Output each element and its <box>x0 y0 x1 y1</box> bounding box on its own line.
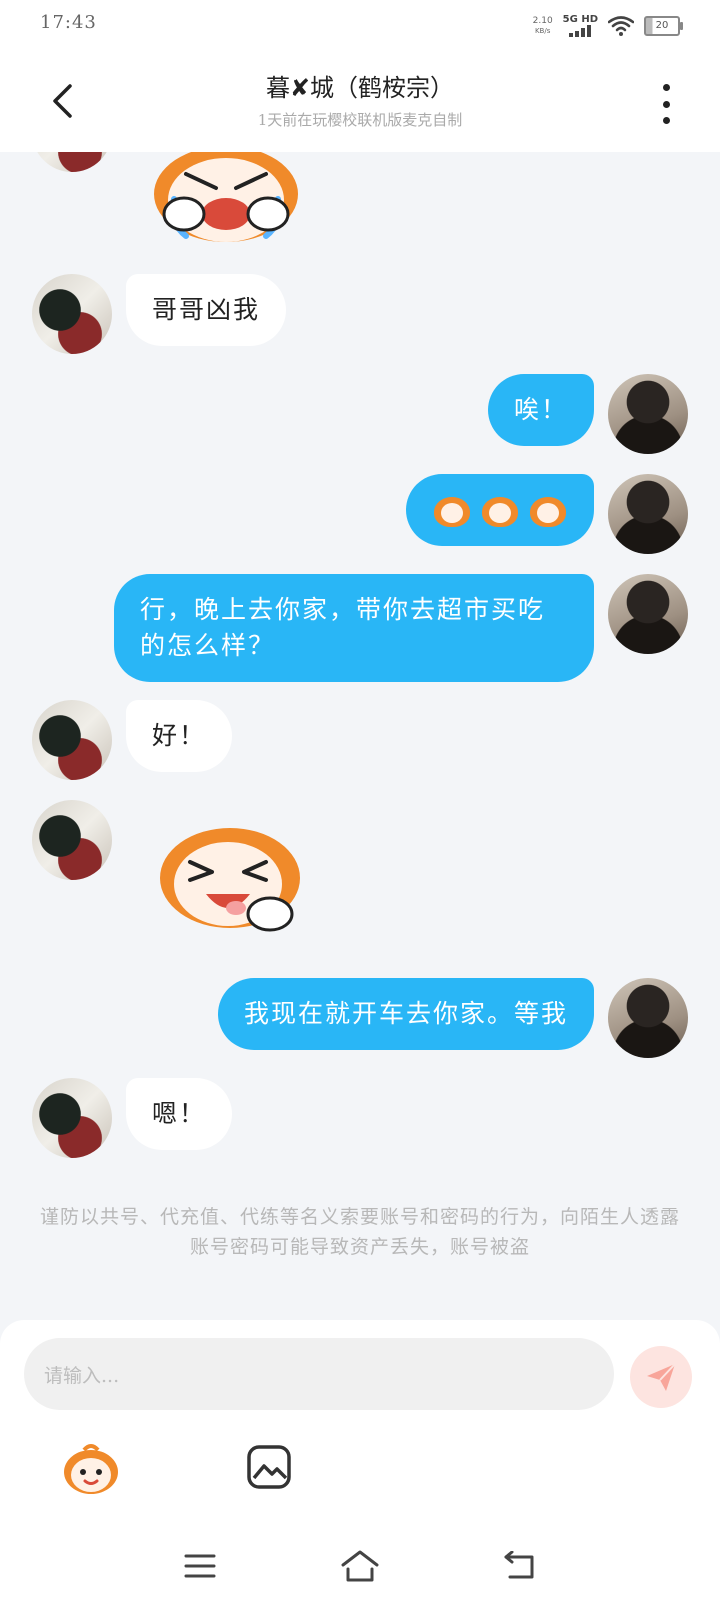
smug-face-emoji <box>530 493 566 527</box>
message-text: 嗯！ <box>152 1099 207 1128</box>
more-dot <box>662 84 670 91</box>
contact-avatar[interactable] <box>32 800 112 880</box>
message-input[interactable]: 请输入... <box>24 1338 614 1410</box>
battery-level: 20 <box>655 20 669 31</box>
message-text: 行，晚上去你家，带你去超市买吃的怎么样？ <box>140 595 546 660</box>
my-avatar[interactable] <box>608 574 688 654</box>
battery-icon: 20 <box>644 15 683 36</box>
message-bubble[interactable]: 行，晚上去你家，带你去超市买吃的怎么样？ <box>114 574 594 682</box>
status-time: 17:43 <box>40 12 97 33</box>
signal-bars-icon <box>569 25 592 37</box>
status-bar: 17:43 2.10 KB/s 5G HD 20 <box>0 0 720 54</box>
my-avatar[interactable] <box>608 474 688 554</box>
menu-icon <box>184 1554 216 1578</box>
my-avatar[interactable] <box>608 374 688 454</box>
net-speed-unit: KB/s <box>534 26 551 35</box>
back-nav-button[interactable] <box>496 1546 544 1586</box>
send-button[interactable] <box>630 1346 692 1408</box>
message-bubble[interactable]: 好！ <box>126 700 233 772</box>
laughing-face-sticker[interactable] <box>150 822 310 942</box>
contact-avatar[interactable] <box>32 700 112 780</box>
message-bubble[interactable]: 哥哥凶我 <box>126 274 287 346</box>
smug-face-emoji <box>482 493 518 527</box>
net-speed-value: 2.10 <box>532 15 553 26</box>
crying-face-sticker[interactable] <box>146 152 306 264</box>
return-icon <box>504 1551 534 1579</box>
more-options-button[interactable] <box>656 84 676 124</box>
input-placeholder: 请输入... <box>44 1364 120 1387</box>
status-icons: 2.10 KB/s 5G HD 20 <box>533 14 683 37</box>
contact-avatar[interactable] <box>32 1078 112 1158</box>
chat-messages[interactable]: 哥哥凶我 唉！ 行，晚上去你家，带你去超市买吃的怎么样？ 好！ 我现在就开车去你… <box>0 152 720 1322</box>
sticker-picker-icon[interactable] <box>62 1444 120 1496</box>
more-dot <box>662 117 670 124</box>
back-arrow-icon <box>53 84 72 118</box>
chat-title: 暮✘城（鹤桉宗） <box>265 74 455 102</box>
message-text: 我现在就开车去你家。等我 <box>243 999 568 1028</box>
chat-subtitle: 1天前在玩樱校联机版麦克自制 <box>257 111 463 129</box>
contact-avatar[interactable] <box>32 274 112 354</box>
my-avatar[interactable] <box>608 978 688 1058</box>
image-picker-icon[interactable] <box>246 1444 292 1490</box>
network-label: 5G HD <box>562 14 598 25</box>
contact-avatar[interactable] <box>32 152 112 172</box>
wifi-icon <box>608 15 634 36</box>
smug-face-emoji <box>434 493 470 527</box>
message-text: 哥哥凶我 <box>152 295 261 324</box>
home-icon <box>341 1550 379 1582</box>
message-text: 唉！ <box>513 395 568 424</box>
system-nav-bar <box>0 1528 720 1612</box>
paper-plane-icon <box>647 1363 676 1391</box>
message-text: 好！ <box>152 721 207 750</box>
signal-icon: 5G HD <box>563 14 598 37</box>
emoji-message-bubble[interactable] <box>406 474 594 546</box>
more-dot <box>662 100 670 108</box>
message-bubble[interactable]: 嗯！ <box>126 1078 233 1150</box>
chat-header: 暮✘城（鹤桉宗） 1天前在玩樱校联机版麦克自制 <box>0 54 720 152</box>
title-block: 暮✘城（鹤桉宗） 1天前在玩樱校联机版麦克自制 <box>120 68 600 130</box>
net-speed: 2.10 KB/s <box>533 16 553 36</box>
message-bubble[interactable]: 唉！ <box>487 374 594 446</box>
message-bubble[interactable]: 我现在就开车去你家。等我 <box>217 978 594 1050</box>
back-button[interactable] <box>40 76 84 126</box>
security-notice: 谨防以共号、代充值、代练等名义索要账号和密码的行为，向陌生人透露账号密码可能导致… <box>40 1206 681 1258</box>
menu-nav-button[interactable] <box>176 1546 224 1586</box>
home-nav-button[interactable] <box>336 1546 384 1586</box>
